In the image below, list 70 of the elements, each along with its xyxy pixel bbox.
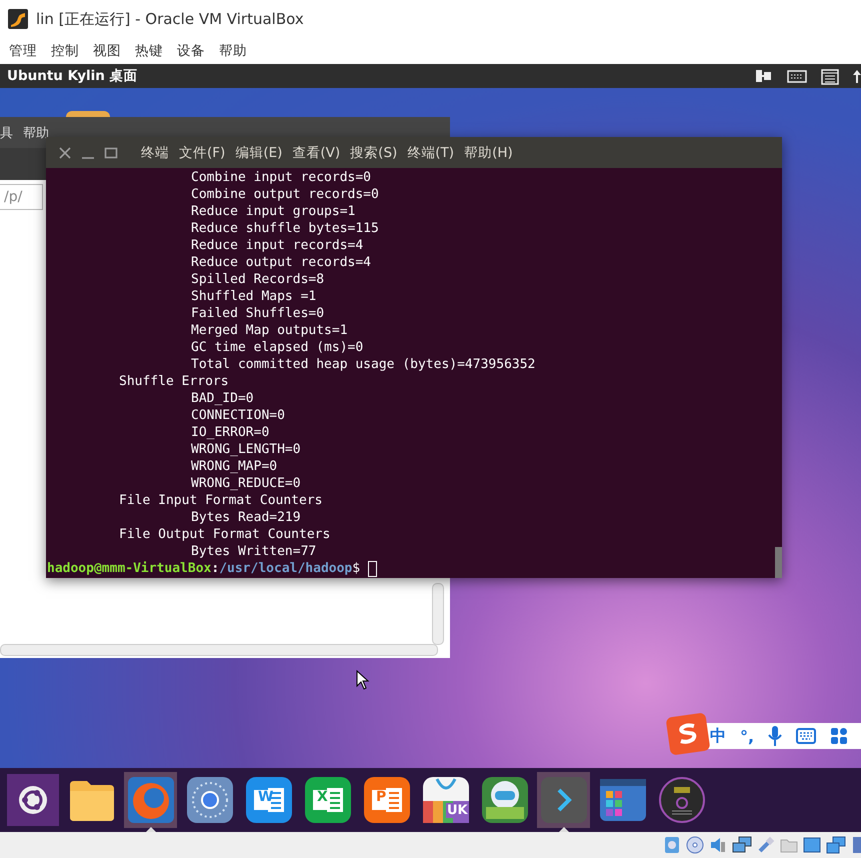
menu-item[interactable]: 终端(T) [407,144,454,162]
prompt-symbol: $ [352,560,360,578]
microphone-icon[interactable] [768,725,782,747]
arrow-up-icon[interactable] [853,69,861,83]
menu-item[interactable]: 控制 [51,42,79,60]
terminal-line: Shuffled Maps =1 [190,288,318,305]
terminal-line: Reduce output records=4 [190,254,372,271]
terminal-line: GC time elapsed (ms)=0 [190,339,364,356]
terminal-line: Total committed heap usage (bytes)=473956352 [190,356,536,373]
app-letter: W [258,789,274,805]
menu-item[interactable]: 文件(F) [179,144,226,162]
connector-icon[interactable] [755,69,773,83]
menu-item[interactable]: 帮助 [219,42,247,60]
terminal-line: Reduce shuffle bytes=115 [190,220,380,237]
menu-item[interactable]: 帮助(H) [464,144,513,162]
terminal-line: WRONG_MAP=0 [190,458,278,475]
terminal-line: BAD_ID=0 [190,390,255,407]
window-title: lin [正在运行] - Oracle VM VirtualBox [36,10,304,28]
scrollbar[interactable] [0,644,438,656]
display-icon[interactable] [803,836,821,854]
prompt-user: hadoop@mmm-VirtualBox [47,560,212,578]
app-letter: P [376,789,386,805]
optical-disc-icon[interactable] [686,836,704,854]
grid-icon[interactable] [830,727,848,745]
terminal-line: Shuffle Errors [118,373,230,390]
terminal-line: WRONG_REDUCE=0 [190,475,302,492]
terminal-line: Bytes Read=219 [190,509,302,526]
terminal-line: Reduce input records=4 [190,237,364,254]
vm-title: Ubuntu Kylin 桌面 [7,67,138,85]
chip-icon[interactable] [851,836,861,854]
terminal-line: WRONG_LENGTH=0 [190,441,302,458]
usb-icon[interactable] [757,836,775,854]
terminal-line: Reduce input groups=1 [190,203,356,220]
terminal-line: Spilled Records=8 [190,271,326,288]
app-letter: X [317,789,328,805]
menu-item[interactable]: 具 [0,124,13,142]
menu-item[interactable]: 管理 [9,42,37,60]
prompt-separator: : [211,560,220,578]
mouse-pointer-icon [356,670,370,690]
ime-toggle[interactable]: °, [740,726,754,746]
terminal-line: Combine output records=0 [190,186,380,203]
ime-toggle[interactable]: 中 [710,726,726,746]
scrollbar[interactable] [432,583,444,645]
terminal-line: Combine input records=0 [190,169,372,186]
prompt-path: /usr/local/hadoop [219,560,352,578]
terminal-line: Failed Shuffles=0 [190,305,326,322]
menu-item[interactable]: 帮助 [23,124,49,142]
windows-icon[interactable] [826,836,846,854]
audio-icon[interactable] [709,836,727,854]
terminal-line: File Output Format Counters [118,526,332,543]
menu-item[interactable]: 终端 [141,144,169,162]
app-letter: UK [446,803,469,818]
terminal-line: Merged Map outputs=1 [190,322,349,339]
menu-item[interactable]: 搜索(S) [350,144,398,162]
menu-item[interactable]: 查看(V) [292,144,340,162]
terminal-line: Bytes Written=77 [190,543,318,560]
close-icon[interactable] [58,146,72,160]
menu-item[interactable]: 视图 [93,42,121,60]
text-cursor [368,561,378,577]
app-icon [8,9,28,29]
maximize-icon[interactable] [104,146,118,160]
menu-item[interactable]: 设备 [177,42,205,60]
terminal-line: CONNECTION=0 [190,407,286,424]
terminal-line: File Input Format Counters [118,492,324,509]
network-icon[interactable] [732,836,752,854]
calendar-icon[interactable] [821,67,839,85]
menu-item[interactable]: 热键 [135,42,163,60]
terminal-line: IO_ERROR=0 [190,424,270,441]
menu-item[interactable]: 编辑(E) [235,144,282,162]
dock-item[interactable] [6,772,59,828]
